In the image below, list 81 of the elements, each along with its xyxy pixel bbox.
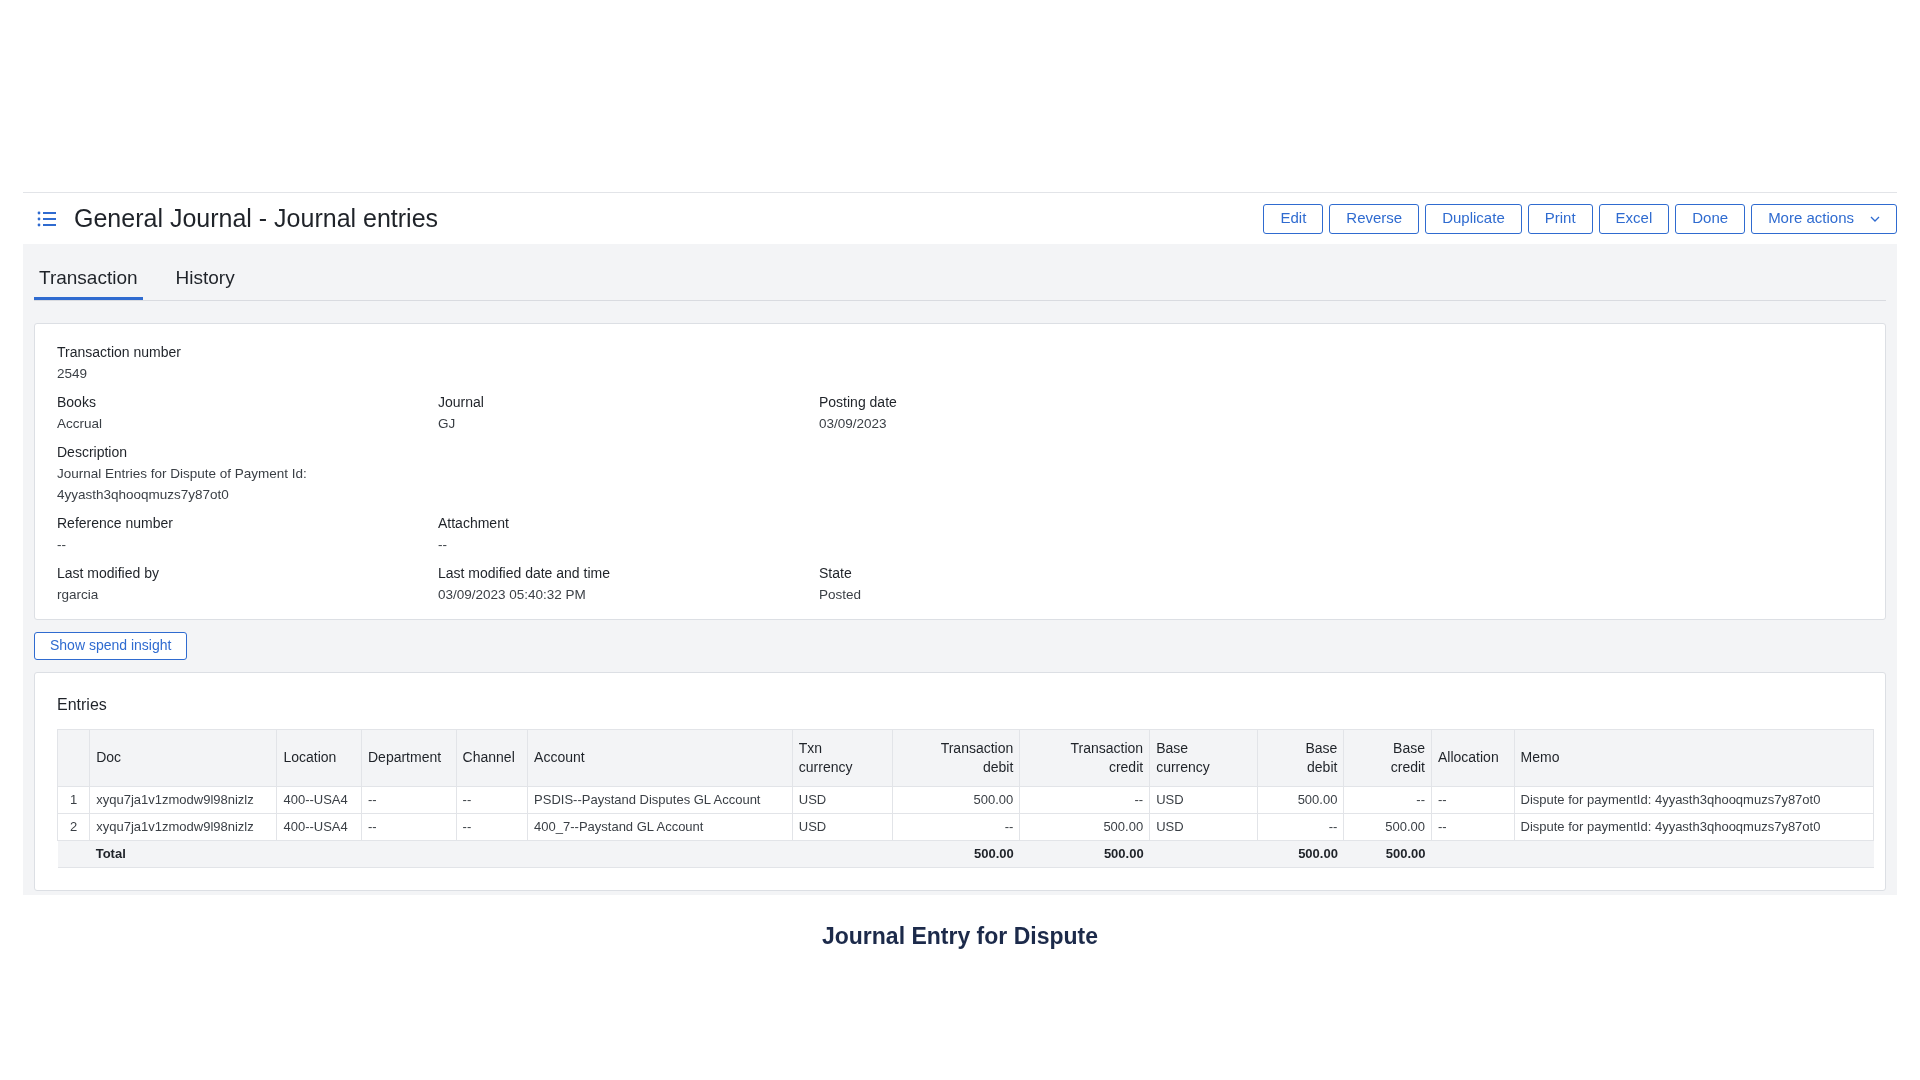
table-cell: -- [1019, 786, 1150, 813]
caret-icon [1870, 215, 1880, 222]
field-label: Last modified by [57, 563, 160, 583]
table-cell: 400--USA4 [276, 786, 362, 813]
column-header: Txn currency [792, 729, 893, 786]
action-button[interactable]: Excel [1598, 203, 1670, 234]
tab[interactable]: Transaction [34, 264, 143, 300]
row-number: 2 [57, 813, 90, 840]
action-button[interactable]: Print [1527, 203, 1593, 234]
table-cell: -- [1257, 813, 1344, 840]
field-label: Books [57, 392, 97, 412]
field-value: 2549 [57, 364, 89, 383]
action-button[interactable]: Duplicate [1425, 203, 1522, 234]
column-header: Doc [89, 729, 277, 786]
total-cell: 500.00 [1343, 840, 1432, 867]
column-header: Allocation [1431, 729, 1514, 786]
column-header: Base debit [1257, 729, 1344, 786]
column-header: Location [276, 729, 362, 786]
column-header: Transaction debit [892, 729, 1020, 786]
field-value: rgarcia [57, 585, 100, 604]
table-cell: 400_7--Paystand GL Account [527, 813, 793, 840]
field-value: Journal Entries for Dispute of Payment Id: 4yyasth3qhooqmuzs7y87ot0 [57, 464, 308, 504]
table-cell: 500.00 [1257, 786, 1344, 813]
table-cell: USD [1149, 813, 1258, 840]
field-label: Transaction number [57, 342, 182, 362]
column-header: Base currency [1149, 729, 1258, 786]
table-cell: 500.00 [892, 786, 1020, 813]
field-value: GJ [438, 414, 457, 433]
table-cell: USD [792, 813, 893, 840]
table-cell: USD [1149, 786, 1258, 813]
field-value: 03/09/2023 05:40:32 PM [438, 585, 587, 604]
table-cell: -- [361, 813, 457, 840]
caption: Journal Entry for Dispute [820, 921, 1099, 951]
field-label: Posting date [819, 392, 898, 412]
table-cell: -- [1431, 786, 1514, 813]
table-cell: Dispute for paymentId: 4yyasth3qhooqmuzs7y87ot0 [1514, 813, 1874, 840]
field-value: -- [438, 535, 448, 554]
action-button[interactable]: Reverse [1329, 203, 1420, 234]
field-value: -- [57, 535, 67, 554]
table-cell: -- [1343, 786, 1432, 813]
table-cell: 400--USA4 [276, 813, 362, 840]
total-cell: 500.00 [1257, 840, 1344, 867]
table-cell: PSDIS--Paystand Disputes GL Account [527, 786, 793, 813]
list-icon[interactable] [37, 210, 57, 227]
field-label: Journal [438, 392, 485, 412]
column-header: Channel [456, 729, 528, 786]
action-button[interactable]: Edit [1263, 203, 1324, 234]
table-cell: USD [792, 786, 893, 813]
more-actions-dropdown[interactable]: More actions [1751, 203, 1897, 234]
column-header: Transaction credit [1019, 729, 1150, 786]
show-spend-insight-button[interactable]: Show spend insight [34, 631, 188, 660]
total-cell: 500.00 [1019, 840, 1150, 867]
page-title: General Journal - Journal entries [74, 202, 439, 234]
field-value: Posted [819, 585, 863, 604]
field-label: Attachment [438, 513, 510, 533]
field-label: Last modified date and time [438, 563, 611, 583]
table-cell: -- [1431, 813, 1514, 840]
field-label: Reference number [57, 513, 174, 533]
action-button[interactable]: Done [1675, 203, 1746, 234]
table-cell: xyqu7ja1v1zmodw9l98nizlz [89, 786, 277, 813]
table-cell: Dispute for paymentId: 4yyasth3qhooqmuzs7y87ot0 [1514, 786, 1874, 813]
table-cell: -- [361, 786, 457, 813]
table-cell: -- [456, 813, 528, 840]
table-cell: 500.00 [1019, 813, 1150, 840]
column-header: Memo [1514, 729, 1874, 786]
column-header: Account [527, 729, 793, 786]
table-cell: -- [892, 813, 1020, 840]
table-cell: -- [456, 786, 528, 813]
column-header: Department [361, 729, 457, 786]
row-number: 1 [57, 786, 90, 813]
table-cell: xyqu7ja1v1zmodw9l98nizlz [89, 813, 277, 840]
column-header: Base credit [1343, 729, 1432, 786]
field-value: 03/09/2023 [819, 414, 888, 433]
total-cell: 500.00 [892, 840, 1020, 867]
table-cell: 500.00 [1343, 813, 1432, 840]
tab[interactable]: History [170, 264, 240, 300]
section-title: Entries [57, 694, 108, 715]
total-label: Total [89, 840, 277, 867]
field-value: Accrual [57, 414, 103, 433]
field-label: State [819, 563, 853, 583]
field-label: Description [57, 442, 129, 462]
